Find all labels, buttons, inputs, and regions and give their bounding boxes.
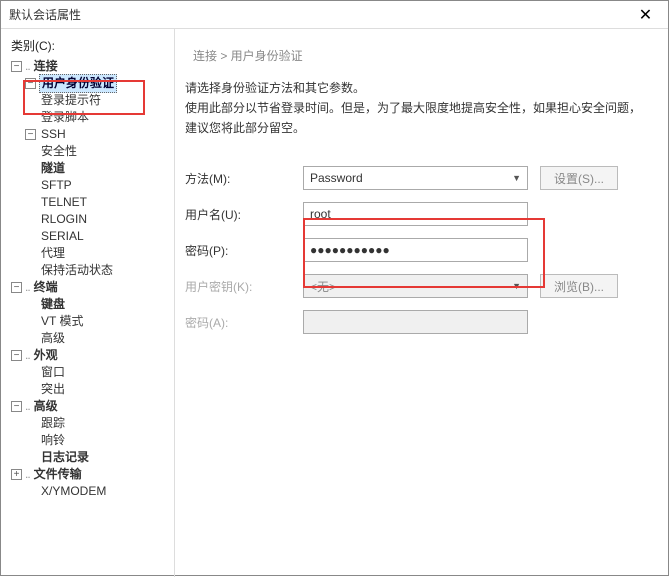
tree-login-script[interactable]: 登录脚本 xyxy=(39,109,91,126)
userkey-select: <无> ▼ xyxy=(303,274,528,298)
tree-proxy[interactable]: 代理 xyxy=(39,245,67,262)
tree-trace[interactable]: 跟踪 xyxy=(39,415,67,432)
password2-label: 密码(A): xyxy=(185,314,303,331)
password-input[interactable]: ●●●●●●●●●●● xyxy=(303,238,528,262)
category-label: 类别(C): xyxy=(11,37,168,54)
tree-sftp[interactable]: SFTP xyxy=(39,177,74,194)
tree-vt[interactable]: VT 模式 xyxy=(39,313,85,330)
tree-bell[interactable]: 响铃 xyxy=(39,432,67,449)
tree-window[interactable]: 窗口 xyxy=(39,364,67,381)
toggle-icon[interactable] xyxy=(25,78,36,89)
username-label: 用户名(U): xyxy=(185,206,303,223)
toggle-icon[interactable] xyxy=(11,469,22,480)
breadcrumb: 连接 > 用户身份验证 xyxy=(175,29,668,78)
close-icon[interactable]: ✕ xyxy=(623,1,668,29)
toggle-icon[interactable] xyxy=(25,129,36,140)
chevron-down-icon: ▼ xyxy=(512,281,521,291)
tree-adv2[interactable]: 高级 xyxy=(32,398,60,415)
tree-telnet[interactable]: TELNET xyxy=(39,194,89,211)
tree-highlight[interactable]: 突出 xyxy=(39,381,67,398)
tree-xymodem[interactable]: X/YMODEM xyxy=(39,483,108,500)
tree-adv1[interactable]: 高级 xyxy=(39,330,67,347)
desc-line1: 请选择身份验证方法和其它参数。 xyxy=(185,78,650,98)
tree-terminal[interactable]: 终端 xyxy=(32,279,60,296)
tree-serial[interactable]: SERIAL xyxy=(39,228,86,245)
method-select[interactable]: Password ▼ xyxy=(303,166,528,190)
method-value: Password xyxy=(310,171,363,185)
userkey-label: 用户密钥(K): xyxy=(185,278,303,295)
tree-filetransfer[interactable]: 文件传输 xyxy=(32,466,84,483)
toggle-icon[interactable] xyxy=(11,350,22,361)
window-title: 默认会话属性 xyxy=(9,6,81,23)
category-tree[interactable]: ..连接 用户身份验证 登录提示符 登录脚本 SSH 安全性 隧道 SFTP T… xyxy=(11,58,168,500)
browse-button[interactable]: 浏览(B)... xyxy=(540,274,618,298)
set-button[interactable]: 设置(S)... xyxy=(540,166,618,190)
method-label: 方法(M): xyxy=(185,170,303,187)
tree-ssh[interactable]: SSH xyxy=(39,126,68,143)
desc-line2: 使用此部分以节省登录时间。但是，为了最大限度地提高安全性，如果担心安全问题，建议… xyxy=(185,98,650,138)
tree-keepalive[interactable]: 保持活动状态 xyxy=(39,262,115,279)
toggle-icon[interactable] xyxy=(11,401,22,412)
tree-auth[interactable]: 用户身份验证 xyxy=(39,74,117,93)
tree-appearance[interactable]: 外观 xyxy=(32,347,60,364)
password2-input xyxy=(303,310,528,334)
tree-logging[interactable]: 日志记录 xyxy=(39,449,91,466)
userkey-value: <无> xyxy=(310,278,336,295)
password-label: 密码(P): xyxy=(185,242,303,259)
tree-security[interactable]: 安全性 xyxy=(39,143,79,160)
toggle-icon[interactable] xyxy=(11,282,22,293)
tree-login-prompt[interactable]: 登录提示符 xyxy=(39,92,103,109)
toggle-icon[interactable] xyxy=(11,61,22,72)
tree-rlogin[interactable]: RLOGIN xyxy=(39,211,89,228)
tree-connection[interactable]: 连接 xyxy=(32,58,60,75)
username-input[interactable] xyxy=(303,202,528,226)
tree-tunnel[interactable]: 隧道 xyxy=(39,160,67,177)
tree-keyboard[interactable]: 键盘 xyxy=(39,296,67,313)
chevron-down-icon: ▼ xyxy=(512,173,521,183)
